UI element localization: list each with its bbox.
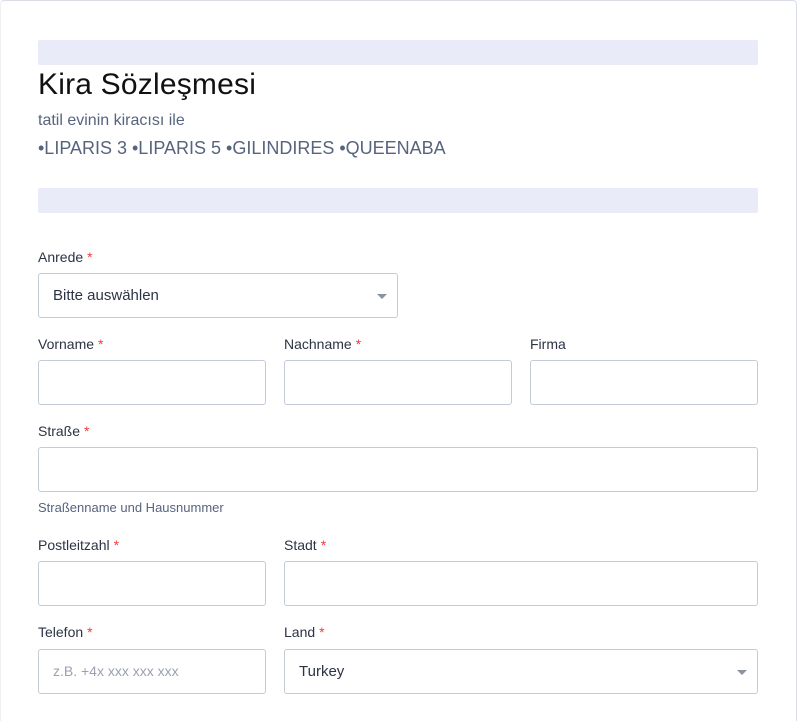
postal-code-input[interactable] (38, 561, 266, 606)
company-label-text: Firma (530, 336, 566, 352)
first-name-label: Vorname * (38, 336, 104, 352)
form-subtitle: tatil evinin kiracısı ile (38, 112, 185, 129)
required-marker: * (98, 336, 104, 352)
country-label: Land * (284, 624, 325, 640)
company-input[interactable] (530, 360, 758, 405)
required-marker: * (355, 336, 362, 352)
postal-code-label: Postleitzahl * (38, 537, 119, 553)
required-marker: * (113, 537, 120, 553)
required-marker: * (87, 249, 93, 265)
first-name-input[interactable] (38, 360, 266, 405)
first-name-label-text: Vorname (38, 336, 95, 352)
company-label: Firma (530, 336, 566, 352)
salutation-select-value: Bitte auswählen (53, 287, 159, 304)
city-label: Stadt * (284, 537, 326, 553)
country-label-text: Land (284, 624, 316, 640)
street-label-text: Straße (38, 423, 81, 439)
required-marker: * (87, 624, 93, 640)
chevron-down-icon (737, 670, 747, 675)
header-band-bottom (38, 188, 758, 213)
chevron-down-icon (377, 294, 387, 299)
last-name-label-text: Nachname (284, 336, 352, 352)
street-label: Straße * (38, 423, 89, 439)
last-name-label: Nachname * (284, 336, 361, 352)
postal-code-label-text: Postleitzahl (38, 537, 110, 553)
city-label-text: Stadt (284, 537, 317, 553)
required-marker: * (84, 423, 90, 439)
city-input[interactable] (284, 561, 758, 606)
header-band-top (38, 40, 758, 65)
phone-label: Telefon * (38, 624, 93, 640)
form-title: Kira Sözleşmesi (38, 68, 257, 101)
street-input[interactable] (38, 447, 758, 492)
phone-label-text: Telefon (38, 624, 84, 640)
salutation-label: Anrede * (38, 249, 93, 265)
last-name-input[interactable] (284, 360, 512, 405)
required-marker: * (320, 537, 327, 553)
required-marker: * (319, 624, 325, 640)
phone-input[interactable] (38, 649, 266, 694)
property-list: •LIPARIS 3 •LIPARIS 5 •GILINDIRES •QUEEN… (38, 138, 446, 158)
street-hint: Straßenname und Hausnummer (38, 500, 224, 515)
country-select-value: Turkey (299, 663, 345, 680)
salutation-select[interactable]: Bitte auswählen (38, 273, 398, 318)
salutation-label-text: Anrede (38, 249, 84, 265)
country-select[interactable]: Turkey (284, 649, 758, 694)
